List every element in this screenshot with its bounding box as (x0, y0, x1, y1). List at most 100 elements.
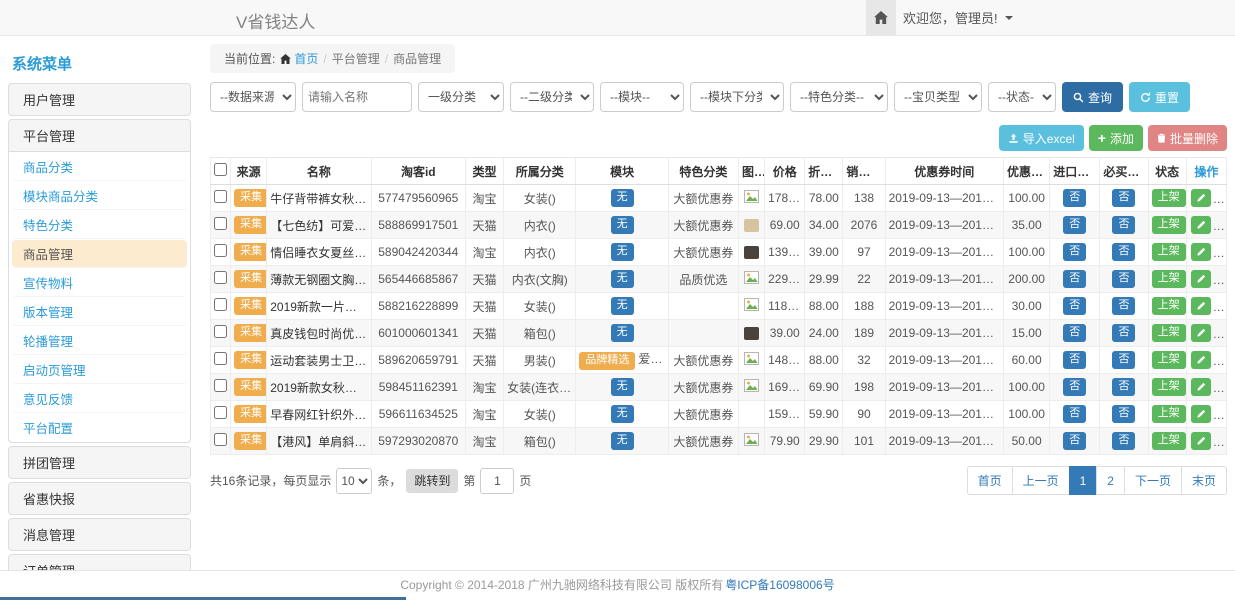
import-select-toggle[interactable]: 否 (1063, 297, 1086, 315)
edit-button[interactable] (1191, 189, 1211, 207)
edit-button[interactable] (1191, 351, 1211, 369)
jump-page-input[interactable] (480, 468, 514, 494)
per-page-select[interactable]: 10 (336, 468, 372, 494)
import-select-toggle[interactable]: 否 (1063, 243, 1086, 261)
table-header-row: 来源名称淘客id类型所属分类模块特色分类图标价格折后价销售数量优惠券时间优惠券金… (211, 158, 1227, 185)
edit-button[interactable] (1191, 243, 1211, 261)
row-checkbox[interactable] (214, 352, 227, 365)
module-filter-select[interactable]: --模块-- (600, 82, 684, 112)
row-checkbox[interactable] (214, 190, 227, 203)
edit-button[interactable] (1191, 432, 1211, 450)
edit-icon (1196, 247, 1206, 257)
search-button[interactable]: 查询 (1062, 82, 1123, 112)
status-toggle[interactable]: 上架 (1152, 378, 1186, 396)
import-select-toggle[interactable]: 否 (1063, 216, 1086, 234)
edit-button[interactable] (1191, 297, 1211, 315)
import-select-toggle[interactable]: 否 (1063, 324, 1086, 342)
table-cell: 采集 (231, 212, 267, 239)
must-buy-toggle[interactable]: 否 (1112, 243, 1135, 261)
must-buy-toggle[interactable]: 否 (1112, 297, 1135, 315)
sidebar-section-toggle[interactable]: 平台管理 (9, 120, 190, 151)
page-button[interactable]: 上一页 (1012, 466, 1070, 495)
must-buy-toggle[interactable]: 否 (1112, 405, 1135, 423)
page-button[interactable]: 1 (1069, 466, 1098, 495)
must-buy-toggle[interactable]: 否 (1112, 378, 1135, 396)
must-buy-toggle[interactable]: 否 (1112, 324, 1135, 342)
import-select-toggle[interactable]: 否 (1063, 351, 1086, 369)
sidebar-item[interactable]: 平台配置 (12, 414, 187, 441)
sidebar-item[interactable]: 意见反馈 (12, 385, 187, 413)
must-buy-toggle[interactable]: 否 (1112, 189, 1135, 207)
category2-filter-select[interactable]: --二级分类-- (510, 82, 594, 112)
select-all-checkbox[interactable] (214, 163, 227, 176)
status-toggle[interactable]: 上架 (1152, 351, 1186, 369)
edit-button[interactable] (1191, 378, 1211, 396)
category1-filter-select[interactable]: 一级分类 (418, 82, 504, 112)
sidebar-item[interactable]: 特色分类 (12, 211, 187, 239)
jump-button[interactable]: 跳转到 (406, 469, 458, 493)
item-type-filter-select[interactable]: --宝贝类型-- (894, 82, 982, 112)
import-excel-button[interactable]: 导入excel (999, 125, 1084, 151)
must-buy-toggle[interactable]: 否 (1112, 270, 1135, 288)
edit-button[interactable] (1191, 216, 1211, 234)
sidebar-item[interactable]: 启动页管理 (12, 356, 187, 384)
name-search-input[interactable] (302, 82, 412, 112)
must-buy-toggle[interactable]: 否 (1112, 216, 1135, 234)
row-checkbox[interactable] (214, 244, 227, 257)
breadcrumb-home-link[interactable]: 首页 (280, 50, 318, 67)
edit-button[interactable] (1191, 405, 1211, 423)
module-sub-filter-select[interactable]: --模块下分类-- (690, 82, 784, 112)
row-checkbox[interactable] (214, 379, 227, 392)
row-checkbox[interactable] (214, 325, 227, 338)
status-toggle[interactable]: 上架 (1152, 432, 1186, 450)
icp-link[interactable]: 粤ICP备16098006号 (725, 576, 834, 593)
add-button[interactable]: + 添加 (1089, 125, 1143, 151)
sidebar-item[interactable]: 版本管理 (12, 298, 187, 326)
status-toggle[interactable]: 上架 (1152, 324, 1186, 342)
feature-filter-select[interactable]: --特色分类-- (790, 82, 888, 112)
page-button[interactable]: 2 (1096, 466, 1125, 495)
sidebar-item[interactable]: 宣传物料 (12, 269, 187, 297)
status-toggle[interactable]: 上架 (1152, 243, 1186, 261)
sidebar-item[interactable]: 轮播管理 (12, 327, 187, 355)
import-select-toggle[interactable]: 否 (1063, 270, 1086, 288)
sidebar-section-toggle[interactable]: 用户管理 (9, 84, 190, 115)
edit-icon (1196, 382, 1206, 392)
column-header: 特色分类 (668, 158, 738, 185)
status-filter-select[interactable]: --状态-- (988, 82, 1056, 112)
sidebar-item[interactable]: 商品管理 (12, 240, 187, 268)
sidebar-item[interactable]: 商品分类 (12, 153, 187, 181)
must-buy-toggle[interactable]: 否 (1112, 432, 1135, 450)
row-checkbox[interactable] (214, 406, 227, 419)
import-select-toggle[interactable]: 否 (1063, 405, 1086, 423)
module-badge: 无 (611, 405, 634, 423)
user-menu[interactable]: 欢迎您，管理员! (903, 0, 1013, 35)
page-button[interactable]: 下一页 (1124, 466, 1182, 495)
sidebar-section-toggle[interactable]: 订单管理 (9, 555, 190, 570)
import-select-toggle[interactable]: 否 (1063, 378, 1086, 396)
sidebar-item[interactable]: 模块商品分类 (12, 182, 187, 210)
reset-button[interactable]: 重置 (1129, 82, 1190, 112)
sidebar-section-toggle[interactable]: 省惠快报 (9, 483, 190, 514)
import-select-toggle[interactable]: 否 (1063, 432, 1086, 450)
status-toggle[interactable]: 上架 (1152, 270, 1186, 288)
status-toggle[interactable]: 上架 (1152, 189, 1186, 207)
status-toggle[interactable]: 上架 (1152, 405, 1186, 423)
must-buy-toggle[interactable]: 否 (1112, 351, 1135, 369)
import-select-toggle[interactable]: 否 (1063, 189, 1086, 207)
page-button[interactable]: 首页 (967, 466, 1013, 495)
row-checkbox[interactable] (214, 271, 227, 284)
status-toggle[interactable]: 上架 (1152, 297, 1186, 315)
batch-delete-button[interactable]: 批量删除 (1148, 125, 1227, 151)
edit-button[interactable] (1191, 324, 1211, 342)
sidebar-section-toggle[interactable]: 消息管理 (9, 519, 190, 550)
status-toggle[interactable]: 上架 (1152, 216, 1186, 234)
source-filter-select[interactable]: --数据来源-- (210, 82, 296, 112)
home-button[interactable] (866, 0, 896, 35)
row-checkbox[interactable] (214, 433, 227, 446)
row-checkbox[interactable] (214, 298, 227, 311)
row-checkbox[interactable] (214, 217, 227, 230)
sidebar-section-toggle[interactable]: 拼团管理 (9, 447, 190, 478)
edit-button[interactable] (1191, 270, 1211, 288)
page-button[interactable]: 末页 (1181, 466, 1227, 495)
